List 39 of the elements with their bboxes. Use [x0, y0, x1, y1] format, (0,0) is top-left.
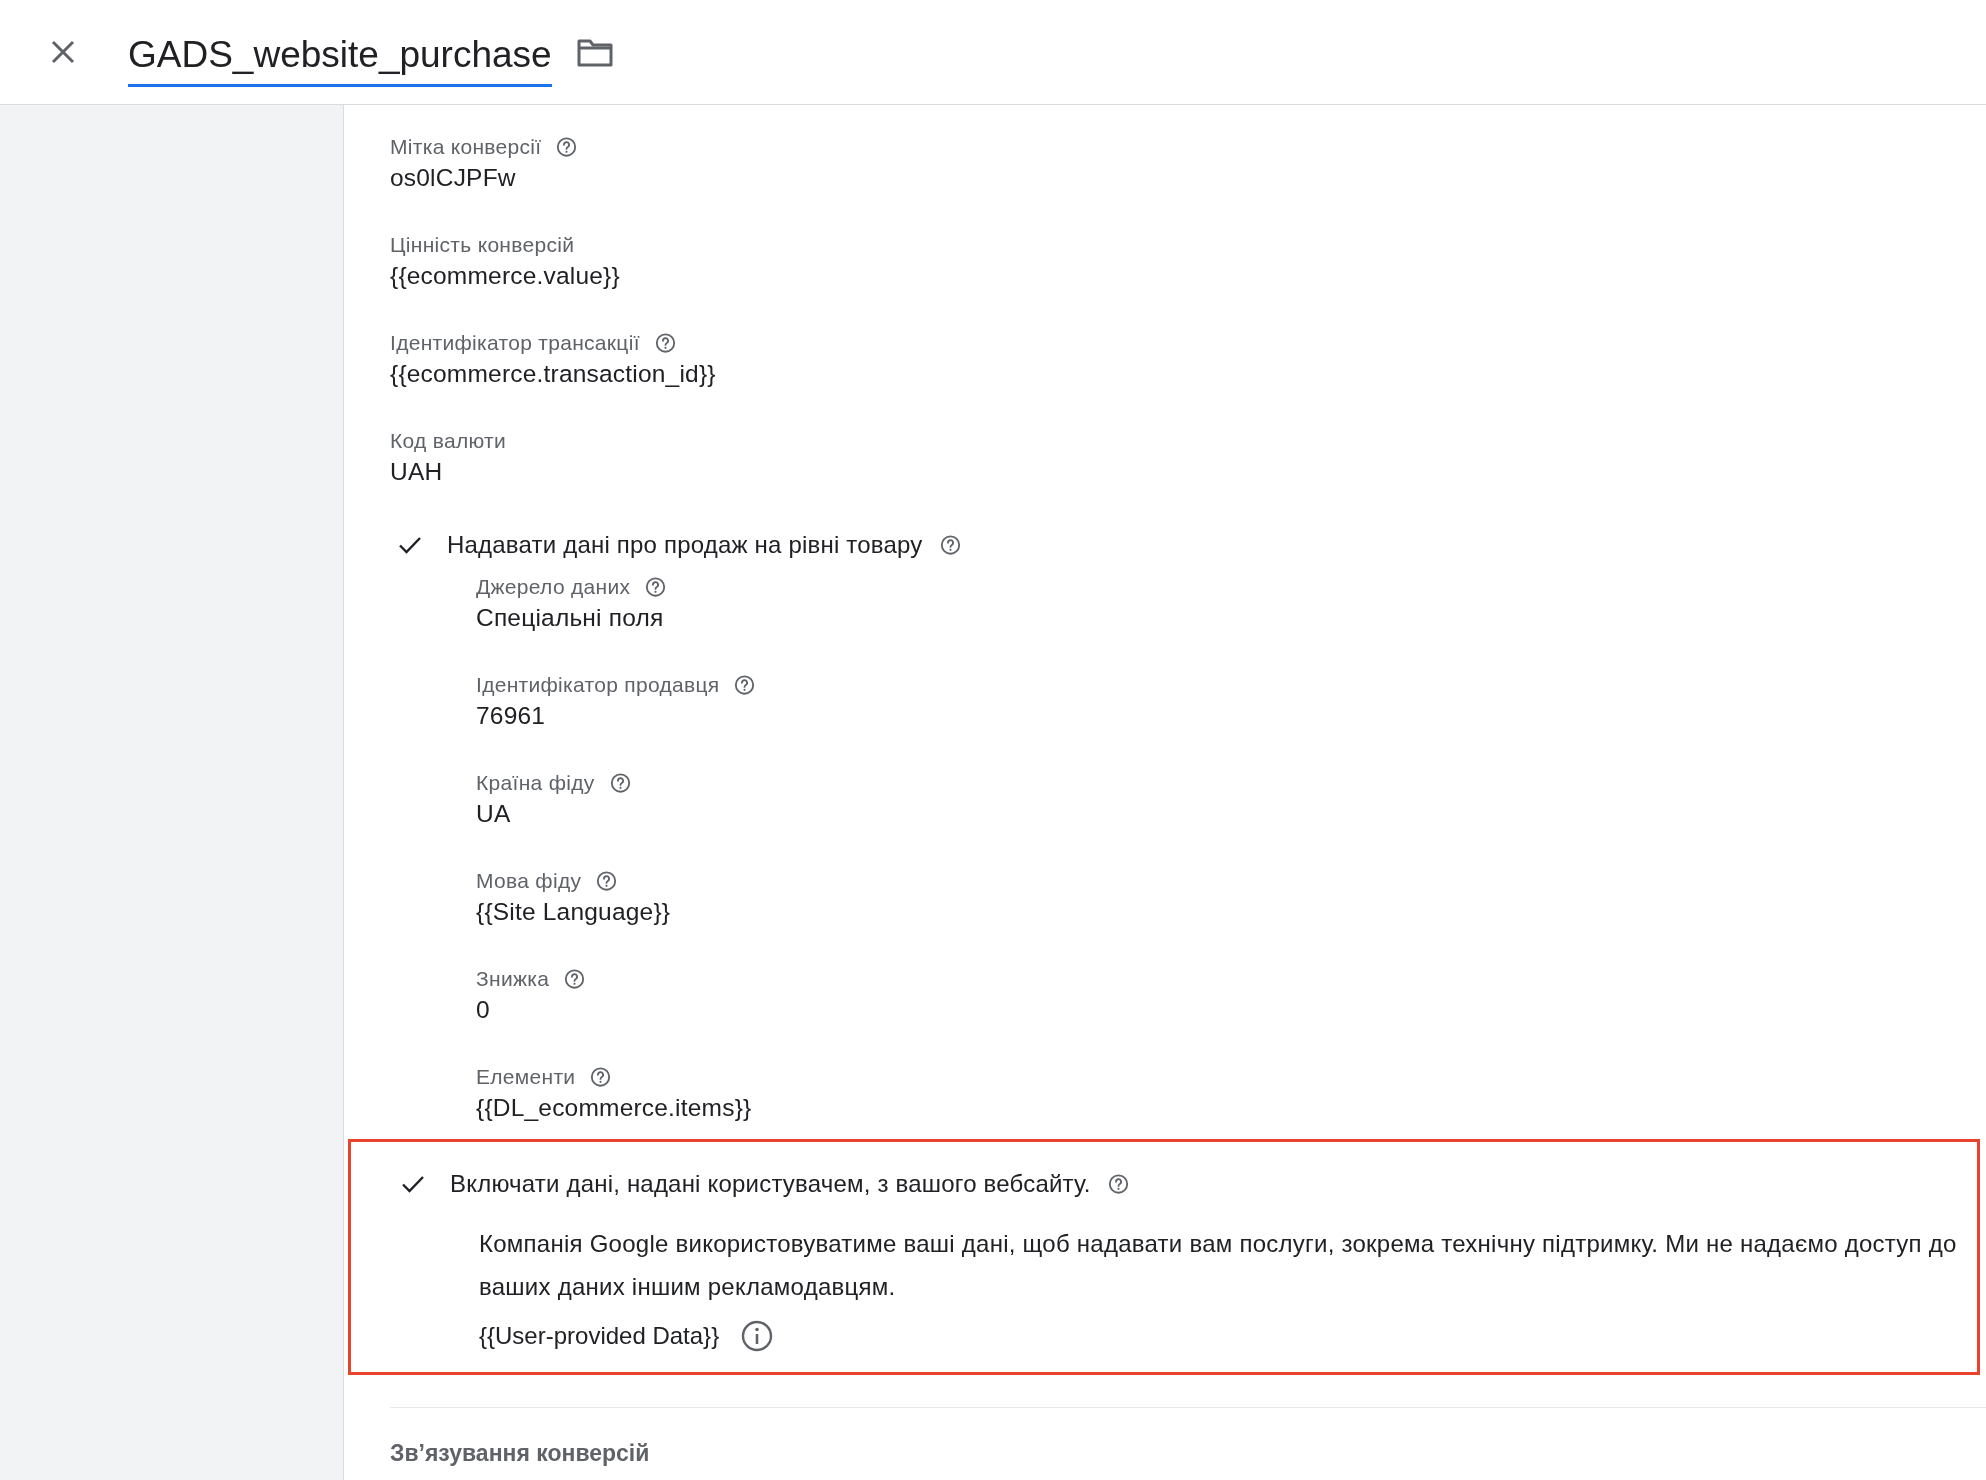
tag-name-field[interactable]: GADS_website_purchase — [128, 27, 552, 87]
field-value: UAH — [390, 457, 443, 487]
field-value: {{Site Language}} — [476, 897, 671, 927]
field-label: Елементи — [476, 1065, 576, 1089]
help-icon[interactable] — [563, 968, 587, 990]
field-label: Мова фіду — [476, 869, 582, 893]
help-icon[interactable] — [938, 534, 962, 556]
help-icon[interactable] — [733, 674, 757, 696]
field-value: {{ecommerce.value}} — [390, 261, 620, 291]
help-icon[interactable] — [608, 772, 632, 794]
field-value: Спеціальні поля — [476, 603, 664, 633]
checkmark-icon[interactable] — [401, 1174, 425, 1194]
field-label: Країна фіду — [476, 771, 595, 795]
field-label: Код валюти — [390, 429, 507, 453]
checkbox-label[interactable]: Надавати дані про продаж на рівні товару — [447, 531, 923, 559]
field-value: 76961 — [476, 701, 546, 731]
help-icon[interactable] — [555, 136, 579, 158]
help-icon[interactable] — [589, 1066, 613, 1088]
field-label: Ідентифікатор продавця — [476, 673, 720, 697]
field-value: {{User-provided Data}} — [479, 1322, 720, 1350]
field-value: os0lCJPFw — [390, 163, 516, 193]
help-icon[interactable] — [595, 870, 619, 892]
field-value: {{ecommerce.transaction_id}} — [390, 359, 716, 389]
field-label: Мітка конверсії — [390, 135, 542, 159]
help-icon[interactable] — [653, 332, 677, 354]
field-label: Джерело даних — [476, 575, 631, 599]
description-text: Компанія Google використовуватиме ваші дані, щоб надавати вам послуги, зокрема технічну підтримку. Ми не надаємо доступ до ваших даних іншим рекламодавцям. — [479, 1229, 1958, 1302]
field-label: Знижка — [476, 967, 550, 991]
field-value: {{DL_ecommerce.items}} — [476, 1093, 752, 1123]
help-icon[interactable] — [1106, 1173, 1130, 1195]
checkbox-label[interactable]: Включати дані, надані користувачем, з вашого вебсайту. — [450, 1170, 1091, 1198]
help-icon[interactable] — [644, 576, 668, 598]
field-value: UA — [476, 799, 511, 829]
field-value: 0 — [476, 995, 490, 1025]
field-label: Цінність конверсій — [390, 233, 575, 257]
checkmark-icon[interactable] — [398, 535, 422, 555]
info-icon[interactable] — [741, 1320, 774, 1352]
field-label: Ідентифікатор трансакції — [390, 331, 640, 355]
section-title: Зв’язування конверсій — [390, 1440, 650, 1467]
